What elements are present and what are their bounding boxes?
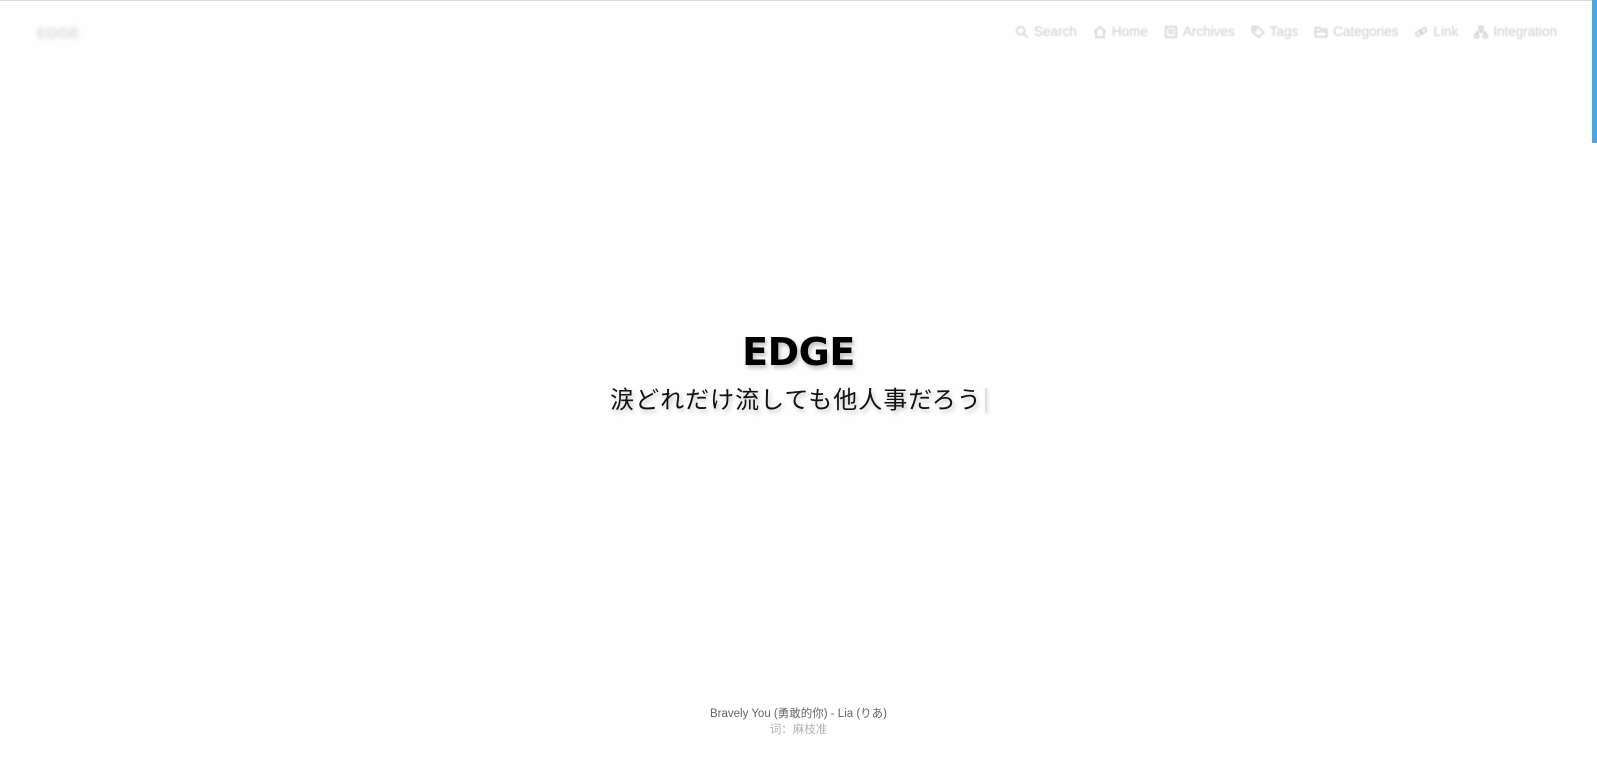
nav-item-categories[interactable]: Categories	[1314, 24, 1398, 39]
sitemap-icon	[1474, 25, 1489, 39]
search-icon	[1015, 25, 1029, 39]
page: EDGE Search Home Archives Tags Categorie…	[0, 0, 1597, 759]
main-nav: Search Home Archives Tags Categories Lin…	[999, 24, 1557, 39]
nav-item-label: Link	[1433, 24, 1459, 39]
top-divider	[0, 0, 1597, 1]
nav-item-label: Categories	[1333, 24, 1399, 39]
nav-item-search[interactable]: Search	[1015, 24, 1077, 39]
nav-item-label: Integration	[1493, 24, 1557, 39]
lyric-footer: Bravely You (勇敢的你) - Lia (りあ) 词：麻枝准	[0, 706, 1597, 738]
nav-item-label: Tags	[1269, 24, 1299, 39]
nav-item-link[interactable]: Link	[1414, 24, 1458, 39]
lyric-song-title: Bravely You (勇敢的你) - Lia (りあ)	[709, 708, 887, 720]
nav-item-archives[interactable]: Archives	[1164, 24, 1235, 39]
lyric-credit: 词：麻枝准	[769, 724, 828, 736]
hero-subtitle: 涙どれだけ流しても他人事だろう	[610, 386, 982, 414]
hero: EDGE 涙どれだけ流しても他人事だろう	[0, 329, 1597, 417]
nav-item-tags[interactable]: Tags	[1251, 24, 1299, 39]
link-icon	[1414, 25, 1428, 39]
nav-item-label: Archives	[1182, 24, 1235, 39]
typing-cursor	[984, 388, 987, 412]
folder-icon	[1314, 25, 1328, 39]
tags-icon	[1251, 25, 1265, 39]
nav-item-integration[interactable]: Integration	[1474, 24, 1557, 39]
home-icon	[1093, 25, 1107, 39]
nav-item-label: Home	[1111, 24, 1148, 39]
hero-subtitle-wrap: 涙どれだけ流しても他人事だろう	[610, 383, 987, 417]
archive-icon	[1164, 25, 1178, 39]
nav-item-label: Search	[1034, 24, 1077, 39]
nav-item-home[interactable]: Home	[1093, 24, 1148, 39]
site-logo[interactable]: EDGE	[37, 25, 80, 42]
scroll-progress-indicator	[1592, 0, 1597, 143]
hero-title: EDGE	[742, 330, 855, 374]
